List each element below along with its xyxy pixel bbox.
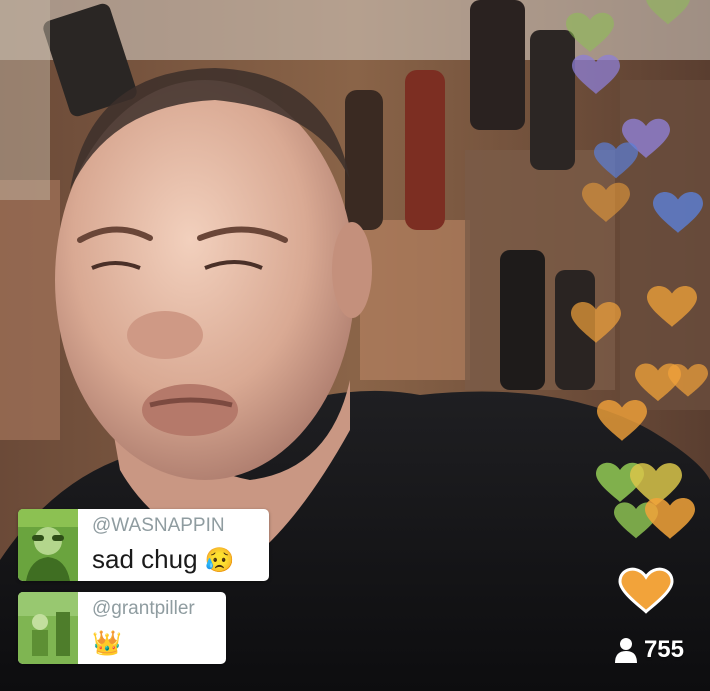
sad-face-emoji: 😥 — [204, 547, 235, 574]
comment-text: sad chug 😥 — [92, 544, 235, 576]
live-stream-screen: @WASNAPPIN sad chug 😥 @grantpiller 👑 755 — [0, 0, 710, 691]
comment-message: sad chug — [92, 544, 198, 574]
avatar-icon — [18, 592, 78, 664]
avatar-icon — [18, 509, 78, 581]
comment-card[interactable]: @grantpiller 👑 — [18, 592, 226, 664]
viewer-count-value: 755 — [643, 636, 684, 663]
person-icon — [614, 638, 637, 663]
comment-text: 👑 — [92, 627, 195, 659]
viewer-count[interactable]: 755 — [614, 636, 684, 664]
comment-handle[interactable]: @grantpiller — [92, 598, 195, 620]
comment-body: @grantpiller 👑 — [78, 592, 209, 664]
comment-card[interactable]: @WASNAPPIN sad chug 😥 — [18, 509, 269, 581]
live-video-feed[interactable] — [0, 0, 710, 691]
crown-emoji: 👑 — [92, 630, 122, 657]
comment-handle[interactable]: @WASNAPPIN — [92, 515, 235, 537]
comment-body: @WASNAPPIN sad chug 😥 — [78, 509, 249, 581]
